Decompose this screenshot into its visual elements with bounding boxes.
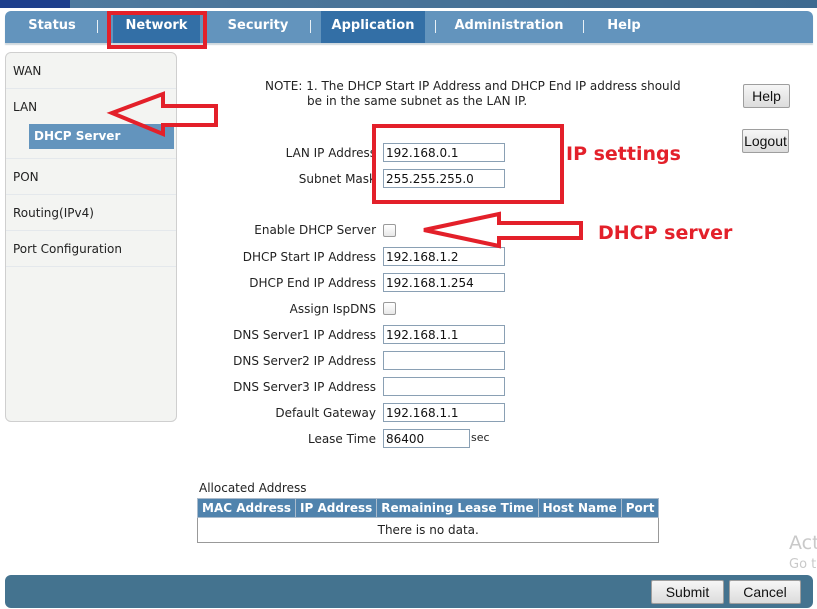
dns3-label: DNS Server3 IP Address bbox=[233, 380, 376, 394]
assign-isp-dns-checkbox[interactable] bbox=[383, 302, 396, 315]
sidebar-item-pon[interactable]: PON bbox=[6, 159, 176, 195]
enable-dhcp-arrow-icon bbox=[423, 211, 583, 249]
ip-settings-annotation: IP settings bbox=[566, 143, 681, 165]
cancel-button[interactable]: Cancel bbox=[729, 580, 801, 604]
nav-tab-network[interactable]: Network bbox=[113, 11, 200, 43]
activation-watermark-title: Act bbox=[789, 532, 817, 554]
lan-ip-input[interactable] bbox=[383, 143, 505, 162]
column-remaining-lease-time: Remaining Lease Time bbox=[376, 498, 539, 518]
sidebar-subitem-dhcp-server[interactable]: DHCP Server bbox=[29, 124, 174, 149]
dhcp-note: NOTE: 1. The DHCP Start IP Address and D… bbox=[265, 79, 681, 109]
dhcp-end-label: DHCP End IP Address bbox=[249, 276, 376, 290]
table-header-row: MAC Address IP Address Remaining Lease T… bbox=[196, 498, 660, 518]
sidebar-item-routing-ipv4[interactable]: Routing(IPv4) bbox=[6, 195, 176, 231]
top-banner bbox=[0, 0, 817, 8]
lease-time-input[interactable] bbox=[383, 429, 470, 448]
nav-tab-status[interactable]: Status bbox=[15, 11, 89, 43]
nav-tab-application[interactable]: Application bbox=[321, 11, 425, 43]
dhcp-server-annotation: DHCP server bbox=[598, 222, 733, 244]
default-gateway-input[interactable] bbox=[383, 403, 505, 422]
lan-ip-label: LAN IP Address bbox=[285, 146, 376, 160]
nav-separator bbox=[97, 20, 98, 33]
nav-tab-security[interactable]: Security bbox=[217, 11, 299, 43]
logout-button[interactable]: Logout bbox=[742, 129, 789, 153]
nav-separator bbox=[435, 20, 436, 33]
submit-button[interactable]: Submit bbox=[651, 580, 724, 604]
enable-dhcp-label: Enable DHCP Server bbox=[254, 223, 376, 237]
nav-tab-help[interactable]: Help bbox=[601, 11, 647, 43]
dns1-label: DNS Server1 IP Address bbox=[233, 328, 376, 342]
top-nav: Status Network Security Application Admi… bbox=[5, 11, 813, 43]
nav-separator bbox=[583, 20, 584, 33]
assign-isp-dns-label: Assign IspDNS bbox=[289, 302, 376, 316]
sidebar-item-port-configuration[interactable]: Port Configuration bbox=[6, 231, 176, 267]
lease-time-unit: sec bbox=[471, 431, 490, 444]
table-row: There is no data. bbox=[197, 517, 659, 543]
dhcp-start-label: DHCP Start IP Address bbox=[242, 250, 376, 264]
dns3-input[interactable] bbox=[383, 377, 505, 396]
dhcp-end-input[interactable] bbox=[383, 273, 505, 292]
subnet-mask-input[interactable] bbox=[383, 169, 505, 188]
subnet-mask-label: Subnet Mask bbox=[298, 172, 376, 186]
ip-settings-highlight-box bbox=[372, 124, 564, 204]
empty-table-message: There is no data. bbox=[197, 517, 659, 543]
column-port: Port bbox=[620, 498, 660, 518]
allocated-address-title: Allocated Address bbox=[199, 481, 307, 495]
column-host-name: Host Name bbox=[537, 498, 622, 518]
dns2-input[interactable] bbox=[383, 351, 505, 370]
nav-separator bbox=[310, 20, 311, 33]
column-mac-address: MAC Address bbox=[196, 498, 297, 518]
help-button[interactable]: Help bbox=[743, 84, 790, 108]
column-ip-address: IP Address bbox=[295, 498, 378, 518]
activation-watermark-subtitle: Go t bbox=[789, 557, 817, 572]
dhcp-start-input[interactable] bbox=[383, 247, 505, 266]
sidebar-item-lan[interactable]: LAN bbox=[6, 89, 176, 125]
nav-tab-administration[interactable]: Administration bbox=[451, 11, 567, 43]
allocated-address-table: MAC Address IP Address Remaining Lease T… bbox=[196, 498, 660, 543]
sidebar-item-wan[interactable]: WAN bbox=[6, 53, 176, 89]
note-line-1: NOTE: 1. The DHCP Start IP Address and D… bbox=[265, 79, 681, 93]
default-gateway-label: Default Gateway bbox=[275, 406, 376, 420]
sidebar: WAN LAN DHCP Server PON Routing(IPv4) Po… bbox=[5, 52, 177, 422]
dns2-label: DNS Server2 IP Address bbox=[233, 354, 376, 368]
dns1-input[interactable] bbox=[383, 325, 505, 344]
lease-time-label: Lease Time bbox=[307, 432, 376, 446]
note-line-2: be in the same subnet as the LAN IP. bbox=[307, 94, 528, 108]
enable-dhcp-checkbox[interactable] bbox=[383, 224, 396, 237]
